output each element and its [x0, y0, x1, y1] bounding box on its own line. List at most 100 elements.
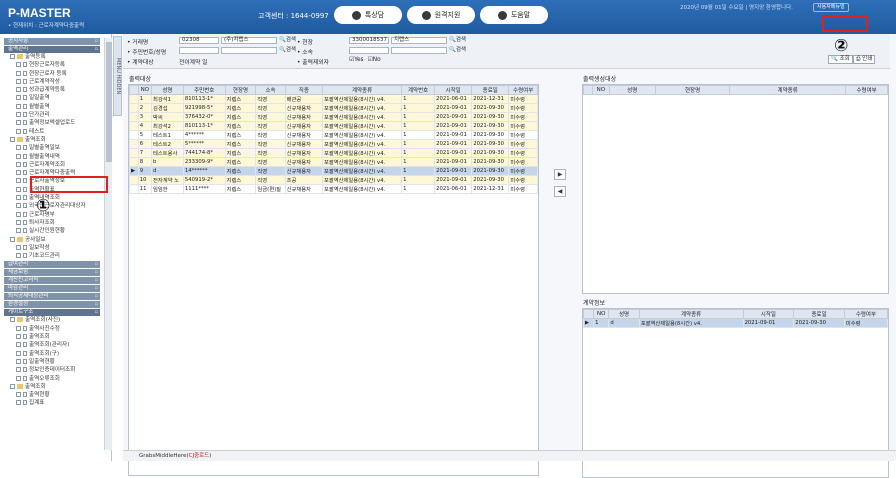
expand-toggle-icon[interactable]	[16, 145, 21, 151]
field-search-button[interactable]: 🔍검색	[279, 47, 296, 54]
contract-target-value[interactable]: 전이계약 일	[179, 57, 208, 66]
column-header[interactable]: 현장명	[224, 85, 257, 95]
column-header[interactable]: 성명	[150, 85, 184, 95]
sidebar-item[interactable]: 출역조회(사진)	[0, 316, 104, 324]
column-header[interactable]: 계약종류	[729, 85, 847, 95]
expand-toggle-icon[interactable]	[16, 62, 21, 68]
column-header[interactable]: 직종	[284, 85, 324, 95]
sidebar-item[interactable]: 현장근로자등록	[0, 61, 104, 69]
sidebar-section-header[interactable]: 급여관리	[4, 261, 100, 269]
sidebar-item[interactable]: 단가관리	[0, 111, 104, 119]
expand-toggle-icon[interactable]	[16, 103, 21, 109]
name-input[interactable]: (주)지렙스	[221, 37, 277, 44]
expand-toggle-icon[interactable]	[16, 178, 21, 184]
expand-toggle-icon[interactable]	[16, 87, 21, 93]
sidebar-section-header[interactable]: 퇴직공제대상관리	[4, 293, 100, 301]
expand-toggle-icon[interactable]	[10, 236, 15, 242]
column-header[interactable]	[582, 309, 595, 319]
column-header[interactable]	[129, 85, 139, 95]
table-row[interactable]: 4 최강석2 810113-1* 지렙스 직영 신규채용자 포괄역산제일용(8시간) v4.…	[129, 121, 538, 131]
sidebar-item[interactable]: 일별출역일보	[0, 144, 104, 152]
code-input[interactable]: 02308	[179, 37, 219, 44]
table-row[interactable]: 7 테스트용사 744174-8* 지렙스 직영 신규채용자 포괄역산제일용(8시간) v4…	[129, 148, 538, 158]
column-header[interactable]: NO	[593, 309, 610, 319]
expand-toggle-icon[interactable]	[16, 334, 21, 340]
sidebar-item[interactable]: 실시간인원현황	[0, 227, 104, 235]
sidebar-section-header[interactable]: 계산신고서식	[4, 277, 100, 285]
sidebar-item[interactable]: 출역내역조회	[0, 194, 104, 202]
table-row[interactable]: 5 테스트1 4****** 지렙스 직영 신규채용자 포괄역산제일용(8시간) v4. 1 2…	[129, 130, 538, 140]
sidebar-item[interactable]: 일일출역	[0, 94, 104, 102]
sidebar-scrollbar[interactable]	[104, 38, 112, 450]
talk-consult-button[interactable]: 톡상담	[334, 6, 402, 24]
expand-toggle-icon[interactable]	[16, 153, 21, 159]
menu-hide-tab[interactable]: MENU HIDDEN	[113, 36, 122, 116]
sidebar-section-header[interactable]: 게이트구조	[4, 309, 100, 317]
table-row[interactable]: ▶ 9 d 14****** 지렙스 직영 신규채용자 포괄역산제일용(8시간) v4. 1 20…	[129, 166, 538, 176]
column-header[interactable]: 소속	[255, 85, 286, 95]
expand-toggle-icon[interactable]	[10, 54, 15, 59]
expand-toggle-icon[interactable]	[16, 375, 21, 381]
sidebar-item[interactable]: 출역조회	[0, 333, 104, 341]
column-header[interactable]: 시작일	[742, 309, 795, 319]
code-input[interactable]: 3300018537	[349, 37, 389, 44]
expand-toggle-icon[interactable]	[16, 161, 21, 167]
expand-toggle-icon[interactable]	[16, 400, 21, 406]
sidebar-item[interactable]: 공사일보	[0, 236, 104, 244]
name-input[interactable]: 지렙스	[391, 37, 447, 44]
sidebar-item[interactable]: 근로자계약조회	[0, 161, 104, 169]
name-input[interactable]	[391, 47, 447, 54]
sidebar-item[interactable]: 월별출역	[0, 103, 104, 111]
table-row[interactable]: 8 b 233309-9* 지렙스 직영 신규채용자 포괄역산제일용(8시간) v4. 1 20…	[129, 157, 538, 167]
expand-toggle-icon[interactable]	[10, 383, 15, 389]
remote-support-button[interactable]: 원격지원	[407, 6, 475, 24]
column-header[interactable]: 종료일	[793, 309, 845, 319]
sidebar-item[interactable]: 테스트	[0, 128, 104, 136]
name-input[interactable]	[221, 47, 277, 54]
sidebar-item[interactable]: 출역현황	[0, 391, 104, 399]
code-input[interactable]	[349, 47, 389, 54]
sidebar-section-header[interactable]: 세금보험	[4, 269, 100, 277]
column-header[interactable]: 수령여부	[845, 85, 888, 95]
column-header[interactable]: 수령여부	[843, 309, 889, 319]
expand-toggle-icon[interactable]	[16, 244, 21, 250]
sidebar-item[interactable]: 출역조회	[0, 136, 104, 144]
column-header[interactable]: 시작일	[434, 85, 473, 95]
user-manual-button[interactable]: 사용자메뉴얼	[813, 3, 849, 12]
column-header[interactable]: 성명	[608, 309, 640, 319]
sidebar-item[interactable]: 일보작성	[0, 244, 104, 252]
sidebar-item[interactable]: 일출역현황	[0, 358, 104, 366]
sidebar-item[interactable]: 집계표	[0, 399, 104, 407]
expand-toggle-icon[interactable]	[16, 112, 21, 118]
sidebar-item[interactable]: 정보인증데이터조회	[0, 366, 104, 374]
sidebar-item[interactable]: 출역조회	[0, 383, 104, 391]
expand-toggle-icon[interactable]	[16, 95, 21, 101]
field-search-button[interactable]: 🔍검색	[449, 37, 466, 44]
expand-toggle-icon[interactable]	[16, 120, 21, 126]
print-button[interactable]: ⎙ 인쇄	[853, 55, 876, 64]
help-button[interactable]: 도움말	[480, 6, 548, 24]
column-header[interactable]: 성명	[608, 85, 656, 95]
column-header[interactable]: 계약종류	[638, 309, 744, 319]
expand-toggle-icon[interactable]	[16, 325, 21, 331]
column-header[interactable]: 현장명	[654, 85, 731, 95]
scrollbar-thumb[interactable]	[106, 42, 112, 162]
expand-toggle-icon[interactable]	[16, 195, 21, 201]
table-row[interactable]: 10 전자계약 노 540919-2* 지렙스 직영 조공 포괄역산제일용(8시간) v4.…	[129, 175, 538, 185]
sidebar-item[interactable]: 근로계약작성	[0, 78, 104, 86]
table-row[interactable]: 3 박씨 376432-0* 지렙스 직영 신규채용자 포괄역산제일용(8시간) v4. 1 2…	[129, 112, 538, 122]
column-header[interactable]: 수령여부	[508, 85, 538, 95]
sidebar-item[interactable]: 현장근로자 등록	[0, 70, 104, 78]
expand-toggle-icon[interactable]	[16, 358, 21, 364]
sidebar-item[interactable]: 성과급계약등록	[0, 86, 104, 94]
sidebar-section-header[interactable]: 공지사항	[4, 38, 100, 45]
expand-toggle-icon[interactable]	[16, 78, 21, 84]
expand-toggle-icon[interactable]	[16, 170, 21, 176]
expand-toggle-icon[interactable]	[16, 228, 21, 234]
code-input[interactable]	[179, 47, 219, 54]
sidebar-item[interactable]: 출역조회(구)	[0, 350, 104, 358]
expand-toggle-icon[interactable]	[16, 350, 21, 356]
expand-toggle-icon[interactable]	[16, 253, 21, 259]
sidebar-item[interactable]: 외국인근로자관리대상자	[0, 202, 104, 210]
sidebar-item[interactable]: 근로자명부	[0, 211, 104, 219]
